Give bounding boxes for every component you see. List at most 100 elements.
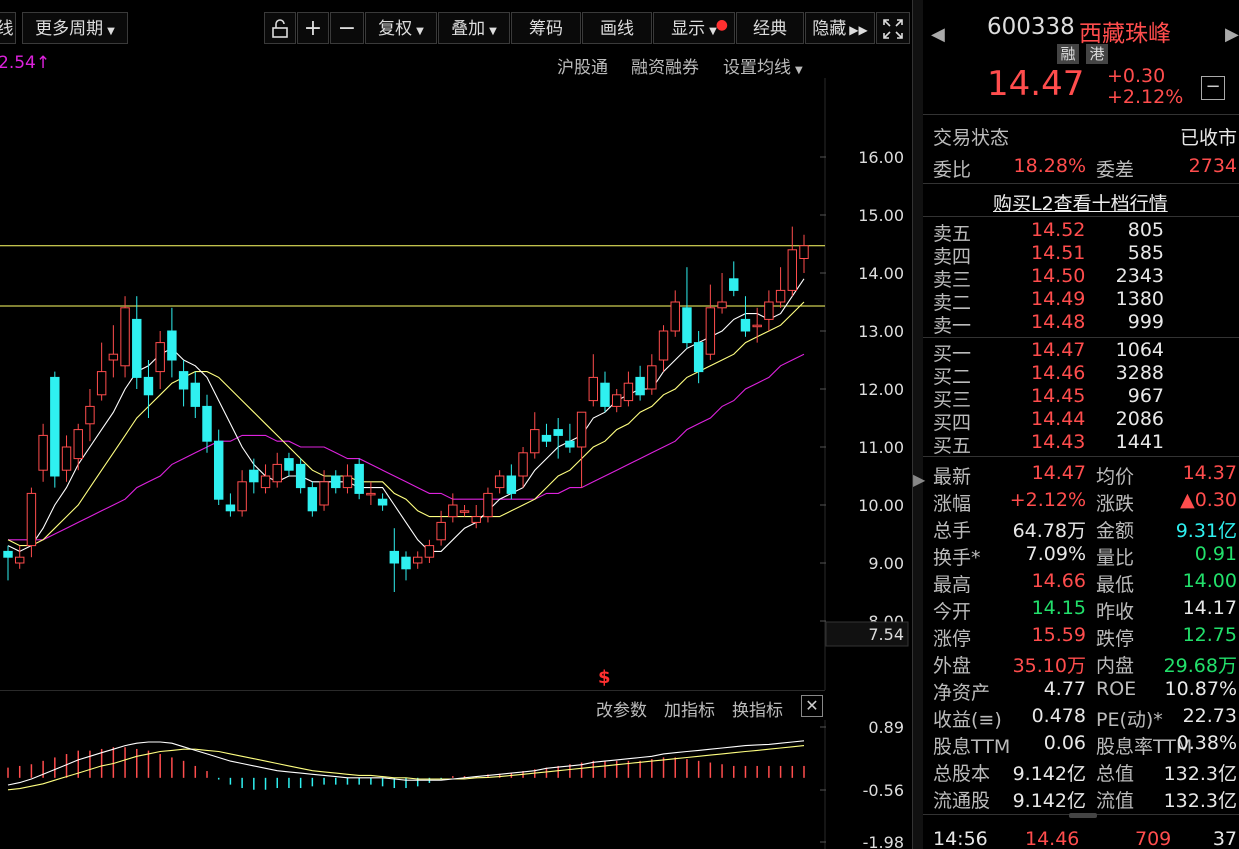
candle-body[interactable]: [155, 342, 165, 373]
panel-divider[interactable]: [912, 0, 923, 849]
candle-body[interactable]: [73, 429, 83, 460]
candle-body[interactable]: [260, 475, 271, 489]
fullscreen-button[interactable]: [876, 12, 910, 44]
hide-button[interactable]: 隐藏 ▶▶: [805, 12, 875, 44]
classic-button[interactable]: 经典: [736, 12, 804, 44]
candle-body[interactable]: [611, 394, 622, 407]
candle-body[interactable]: [319, 481, 329, 506]
switch-indicator-link[interactable]: 换指标: [732, 696, 783, 721]
candle-body[interactable]: [108, 353, 119, 361]
candle-body[interactable]: [787, 249, 798, 291]
minimize-icon[interactable]: −: [1201, 76, 1225, 100]
margin-trading-link[interactable]: 融资融券: [631, 53, 699, 78]
candle-body[interactable]: [249, 469, 259, 483]
candle-body[interactable]: [120, 307, 130, 367]
candle-body[interactable]: [167, 330, 177, 361]
candle-body[interactable]: [494, 475, 505, 489]
chips-button[interactable]: 筹码: [511, 12, 581, 44]
add-indicator-link[interactable]: 加指标: [664, 696, 715, 721]
candle-body[interactable]: [565, 440, 575, 448]
candle-body[interactable]: [541, 434, 552, 442]
candle-body[interactable]: [272, 463, 282, 483]
candle-body[interactable]: [284, 458, 294, 471]
candle-body[interactable]: [658, 330, 669, 361]
candle-body[interactable]: [190, 382, 201, 407]
candle-body[interactable]: [26, 492, 37, 547]
zoom-in-button[interactable]: +: [297, 12, 329, 44]
candle-body[interactable]: [202, 405, 212, 442]
candle-body[interactable]: [623, 382, 634, 402]
next-stock-icon[interactable]: ▶: [1225, 24, 1239, 45]
candle-body[interactable]: [752, 324, 762, 328]
candle-body[interactable]: [178, 371, 189, 390]
resize-handle[interactable]: [1069, 813, 1097, 818]
candle-body[interactable]: [401, 556, 411, 570]
candle-body[interactable]: [132, 318, 142, 378]
candle-body[interactable]: [331, 475, 341, 489]
candle-body[interactable]: [412, 556, 423, 564]
period-tab[interactable]: 线: [0, 12, 16, 44]
candle-body[interactable]: [61, 446, 72, 471]
prev-stock-icon[interactable]: ◀: [931, 24, 945, 45]
candle-body[interactable]: [717, 301, 727, 309]
candle-body[interactable]: [459, 510, 470, 513]
candle-body[interactable]: [635, 376, 645, 396]
fuquan-dropdown[interactable]: 复权 ▼: [365, 12, 437, 44]
candle-body[interactable]: [14, 556, 25, 564]
candle-body[interactable]: [729, 278, 739, 291]
candle-body[interactable]: [366, 492, 376, 496]
candle-body[interactable]: [448, 504, 458, 518]
more-periods-dropdown[interactable]: 更多周期 ▼: [22, 12, 128, 44]
bid-row[interactable]: 买五 14.43 1441: [923, 431, 1239, 457]
candle-body[interactable]: [436, 521, 446, 541]
candle-body[interactable]: [576, 411, 587, 448]
candle-body[interactable]: [354, 463, 364, 494]
candle-body[interactable]: [530, 429, 540, 454]
candle-body[interactable]: [424, 545, 435, 558]
wb-label: 委比: [933, 159, 972, 181]
candle-body[interactable]: [483, 492, 493, 518]
candle-body[interactable]: [799, 245, 809, 260]
hk-connect-link[interactable]: 沪股通: [557, 53, 608, 78]
candle-body[interactable]: [670, 301, 680, 332]
display-dropdown[interactable]: 显示 ▼ ●: [653, 12, 735, 44]
candle-body[interactable]: [237, 481, 247, 512]
candle-body[interactable]: [764, 301, 774, 320]
candle-body[interactable]: [740, 318, 751, 332]
candle-body[interactable]: [600, 382, 610, 407]
candle-body[interactable]: [3, 550, 13, 558]
candle-body[interactable]: [693, 342, 704, 373]
candle-body[interactable]: [471, 516, 481, 523]
overlay-dropdown[interactable]: 叠加 ▼: [438, 12, 510, 44]
stat-value: 0.91: [1194, 543, 1237, 565]
ask-row[interactable]: 卖一 14.48 999: [923, 311, 1239, 337]
candle-body[interactable]: [143, 376, 154, 396]
candle-body[interactable]: [588, 376, 599, 402]
stats-row: 净资产 4.77 ROE 10.87%: [923, 678, 1239, 704]
candle-body[interactable]: [307, 487, 318, 512]
close-indicator-icon[interactable]: ✕: [801, 695, 823, 717]
candle-body[interactable]: [50, 376, 60, 477]
candle-body[interactable]: [213, 440, 224, 500]
candle-body[interactable]: [295, 463, 306, 489]
candle-body[interactable]: [518, 452, 528, 477]
buy-l2-link[interactable]: 购买L2查看十档行情: [993, 189, 1168, 216]
candle-body[interactable]: [85, 405, 95, 425]
candle-body[interactable]: [225, 504, 236, 512]
candle-body[interactable]: [775, 289, 786, 303]
draw-line-button[interactable]: 画线: [582, 12, 652, 44]
candle-body[interactable]: [506, 475, 517, 494]
candle-body[interactable]: [377, 498, 388, 506]
set-ma-link[interactable]: 设置均线 ▼: [723, 53, 803, 78]
candle-body[interactable]: [342, 475, 353, 489]
candle-body[interactable]: [705, 307, 716, 355]
candle-body[interactable]: [682, 307, 692, 344]
candle-body[interactable]: [647, 365, 657, 390]
unlock-button[interactable]: [264, 12, 296, 44]
edit-params-link[interactable]: 改参数: [596, 696, 647, 721]
candle-body[interactable]: [38, 434, 48, 471]
candle-body[interactable]: [389, 550, 400, 564]
zoom-out-button[interactable]: −: [330, 12, 364, 44]
candle-body[interactable]: [553, 429, 563, 436]
candle-body[interactable]: [96, 371, 107, 396]
